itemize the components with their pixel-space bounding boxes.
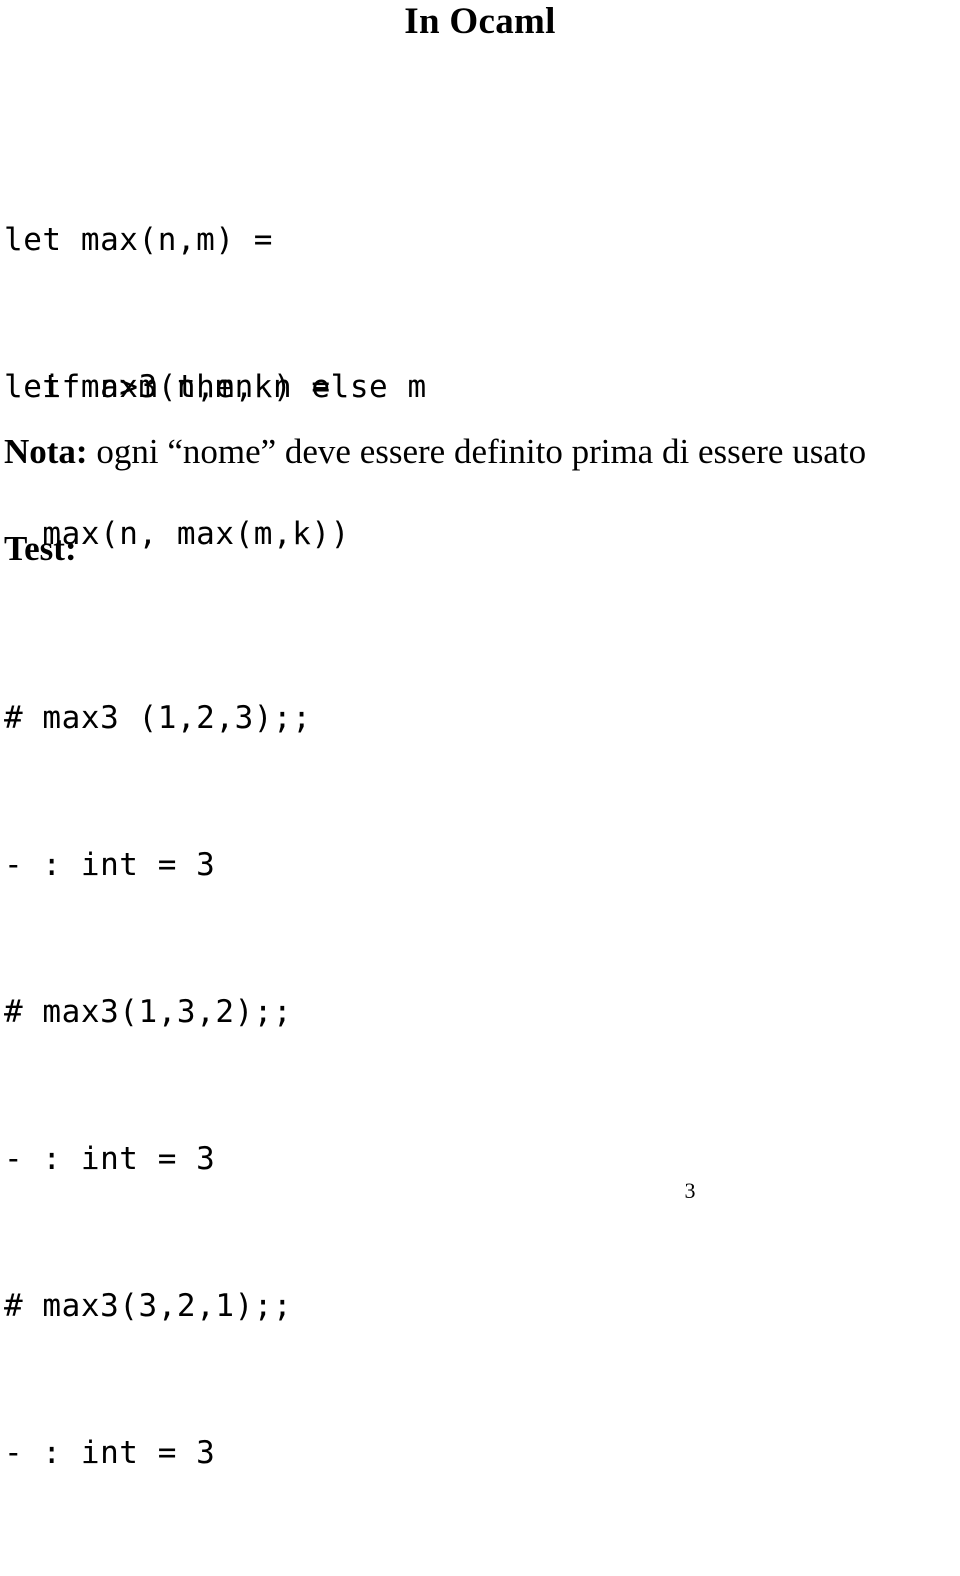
code-line: - : int = 3	[4, 847, 216, 883]
code-line: # max3(3,2,1);;	[4, 1288, 293, 1324]
page-title: In Ocaml	[404, 1, 556, 42]
code-line: # max3 (1,2,3);;	[4, 700, 312, 736]
nota-paragraph: Nota: ogni “nome” deve essere definito p…	[4, 430, 960, 474]
code-line: # max3(1,3,2);;	[4, 994, 293, 1030]
page-number: 3	[0, 1178, 960, 1204]
test-label: Test:	[4, 529, 77, 568]
code-line: let max(n,m) =	[4, 222, 273, 258]
test-heading: Test:	[4, 527, 77, 571]
code-line: let max3(n,m,k) =	[4, 369, 331, 405]
code-line: - : int = 3	[4, 1435, 216, 1471]
slide-page: In Ocaml let max(n,m) = if n>m then n el…	[0, 0, 960, 1471]
code-line: - : int = 3	[4, 1141, 216, 1177]
nota-body: ogni “nome” deve essere definito prima d…	[87, 432, 867, 471]
code-block-toplevel-session: # max3 (1,2,3);; - : int = 3 # max3(1,3,…	[4, 596, 311, 1576]
nota-label: Nota:	[4, 432, 88, 471]
page-number-value: 3	[684, 1178, 696, 1203]
